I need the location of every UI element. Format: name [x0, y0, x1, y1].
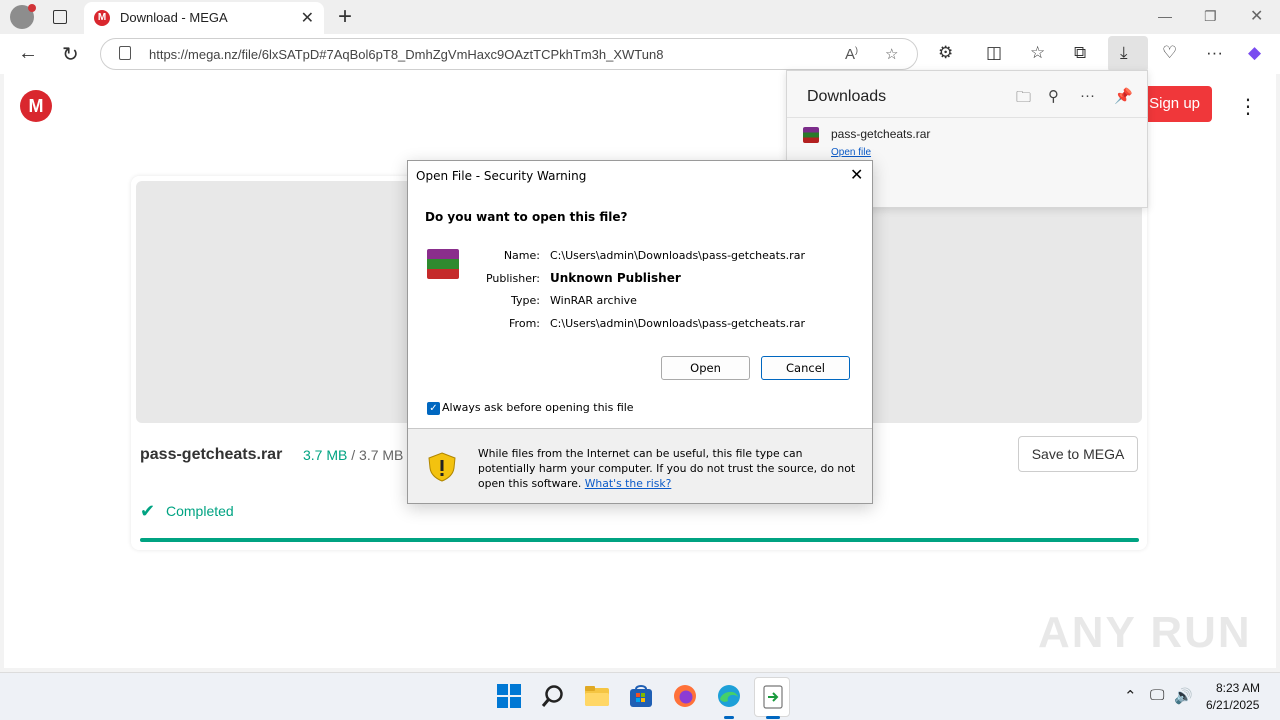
- mega-logo[interactable]: M: [20, 90, 52, 122]
- name-value: C:\Users\admin\Downloads\pass-getcheats.…: [550, 249, 805, 262]
- refresh-icon[interactable]: ↻: [62, 42, 79, 67]
- size-separator: /: [351, 447, 356, 463]
- edge-icon[interactable]: [716, 683, 742, 709]
- split-screen-icon[interactable]: ◫: [986, 43, 1002, 63]
- volume-icon[interactable]: 🔊: [1174, 687, 1193, 705]
- warning-shield-icon: [428, 452, 456, 482]
- save-to-mega-button[interactable]: Save to MEGA: [1018, 436, 1138, 472]
- search-downloads-icon[interactable]: ⚲: [1048, 87, 1059, 105]
- page-menu-icon[interactable]: ⋮: [1238, 94, 1258, 119]
- more-options-icon[interactable]: ···: [1080, 87, 1095, 104]
- start-windows-icon[interactable]: [496, 683, 522, 709]
- from-value: C:\Users\admin\Downloads\pass-getcheats.…: [550, 317, 805, 330]
- back-icon[interactable]: ←: [18, 42, 38, 65]
- open-file-link[interactable]: Open file: [831, 147, 871, 158]
- name-label: Name:: [503, 249, 540, 262]
- url-text[interactable]: https://mega.nz/file/6lxSATpD#7AqBol6pT8…: [149, 47, 663, 62]
- file-size: 3.7 MB / 3.7 MB: [303, 447, 403, 463]
- dialog-question: Do you want to open this file?: [425, 210, 628, 224]
- open-folder-icon[interactable]: 🗀: [1016, 87, 1031, 112]
- whats-the-risk-link[interactable]: What's the risk?: [585, 477, 672, 490]
- network-icon[interactable]: 🖵: [1150, 687, 1164, 704]
- edge-active-indicator: [724, 716, 734, 719]
- copilot-icon[interactable]: ◆: [1248, 43, 1261, 63]
- lock-icon[interactable]: [119, 46, 131, 60]
- downloads-divider: [787, 117, 1147, 118]
- size-total: 3.7 MB: [359, 447, 404, 463]
- clock-time[interactable]: 8:23 AM: [1216, 681, 1260, 695]
- extensions-icon[interactable]: ⚙: [938, 43, 953, 63]
- window-close-icon[interactable]: ✕: [1250, 6, 1263, 26]
- browser-essentials-icon[interactable]: ♡: [1162, 43, 1177, 63]
- publisher-label: Publisher:: [485, 272, 540, 285]
- minimize-icon[interactable]: —: [1158, 8, 1172, 24]
- restore-icon[interactable]: ❐: [1204, 8, 1217, 25]
- tab-bar: M Download - MEGA ✕ + — ❐ ✕: [0, 0, 1280, 34]
- active-app-indicator: [766, 716, 780, 719]
- tab-mega-download[interactable]: M Download - MEGA ✕: [84, 2, 324, 34]
- downloads-title: Downloads: [807, 88, 887, 105]
- taskbar: ⌃ 🖵 🔊 8:23 AM 6/21/2025: [0, 672, 1280, 720]
- tab-actions-icon[interactable]: [48, 6, 72, 28]
- open-file-app-icon[interactable]: [760, 684, 786, 710]
- favorite-star-icon[interactable]: ☆: [885, 45, 898, 63]
- warning-message: While files from the Internet can be use…: [478, 446, 863, 491]
- check-icon: ✔: [140, 501, 156, 521]
- settings-more-icon[interactable]: ···: [1206, 43, 1223, 63]
- search-icon[interactable]: [540, 683, 566, 709]
- download-item-name[interactable]: pass-getcheats.rar: [831, 127, 930, 141]
- file-explorer-icon[interactable]: [584, 683, 610, 709]
- download-status: Completed: [166, 503, 234, 519]
- from-label: From:: [509, 317, 540, 330]
- dialog-footer: While files from the Internet can be use…: [408, 429, 872, 503]
- winrar-file-icon: [803, 127, 819, 143]
- pin-icon[interactable]: 📌: [1114, 87, 1133, 105]
- firefox-icon[interactable]: [672, 683, 698, 709]
- new-tab-icon[interactable]: +: [338, 3, 352, 31]
- tab-close-icon[interactable]: ✕: [301, 8, 314, 28]
- downloads-icon[interactable]: ⤓: [1120, 43, 1128, 63]
- file-name: pass-getcheats.rar: [140, 446, 283, 463]
- downloads-button-highlight: [1108, 36, 1148, 72]
- address-bar[interactable]: https://mega.nz/file/6lxSATpD#7AqBol6pT8…: [100, 38, 918, 70]
- read-aloud-icon[interactable]: A): [845, 45, 858, 63]
- tab-title: Download - MEGA: [120, 10, 228, 25]
- anyrun-watermark: ANY RUN: [1038, 608, 1252, 657]
- browser-toolbar: ← ↻ https://mega.nz/file/6lxSATpD#7AqBol…: [0, 34, 1280, 74]
- favorites-icon[interactable]: ☆: [1030, 43, 1045, 63]
- dialog-close-icon[interactable]: ✕: [850, 165, 863, 184]
- size-downloaded: 3.7 MB: [303, 447, 348, 463]
- microsoft-store-icon[interactable]: [628, 683, 654, 709]
- mega-favicon-icon: M: [94, 10, 110, 26]
- always-ask-checkbox[interactable]: ✓: [427, 402, 440, 415]
- publisher-value: Unknown Publisher: [550, 271, 681, 285]
- profile-avatar-icon[interactable]: [10, 4, 36, 29]
- cancel-button[interactable]: Cancel: [761, 356, 850, 380]
- open-button[interactable]: Open: [661, 356, 750, 380]
- clock-date[interactable]: 6/21/2025: [1206, 698, 1259, 712]
- download-progress-bar: [140, 538, 1139, 542]
- collections-icon[interactable]: ⧉: [1074, 43, 1086, 63]
- type-value: WinRAR archive: [550, 294, 637, 307]
- show-hidden-icons-icon[interactable]: ⌃: [1124, 687, 1137, 705]
- type-label: Type:: [511, 294, 540, 307]
- dialog-title: Open File - Security Warning: [416, 169, 587, 183]
- security-warning-dialog: Open File - Security Warning ✕ Do you wa…: [407, 160, 873, 504]
- always-ask-label[interactable]: Always ask before opening this file: [442, 401, 634, 414]
